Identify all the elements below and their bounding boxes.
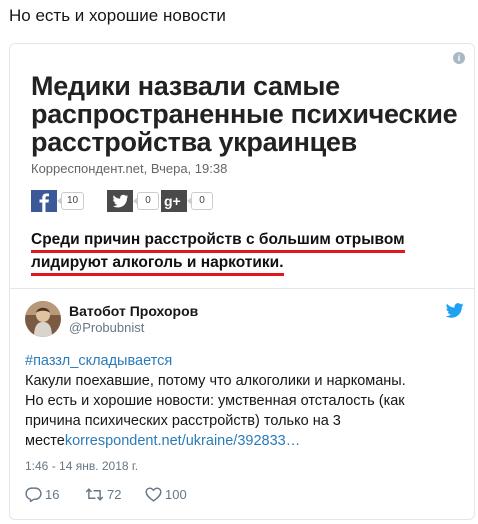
news-embed[interactable]: i Медики назвали самые распространенные … bbox=[10, 44, 474, 288]
user-handle[interactable]: @Probubnist bbox=[69, 320, 144, 335]
highlighted-quote: Среди причин расстройств с большим отрыв… bbox=[31, 230, 461, 276]
news-headline: Медики назвали самые распространенные пс… bbox=[31, 71, 458, 157]
tweet-text-line: месте bbox=[25, 433, 65, 449]
page-title: Но есть и хорошие новости bbox=[9, 6, 226, 25]
tweet: Ватобот Прохоров @Probubnist #паззл_скла… bbox=[10, 289, 474, 519]
reply-icon bbox=[25, 487, 42, 502]
twitter-count: 0 bbox=[133, 192, 159, 210]
retweet-icon bbox=[85, 488, 104, 501]
display-name[interactable]: Ватобот Прохоров bbox=[69, 303, 198, 319]
tweet-text-line: Какули поехавшие, потому что алкоголики … bbox=[25, 373, 406, 389]
google-plus-icon: g+ bbox=[161, 190, 187, 212]
hashtag-link[interactable]: #паззл_складывается bbox=[25, 353, 172, 369]
quote-line: лидируют алкоголь и наркотики. bbox=[31, 253, 284, 276]
retweet-count: 72 bbox=[107, 487, 122, 502]
facebook-count: 10 bbox=[56, 192, 85, 210]
tweet-card: i Медики назвали самые распространенные … bbox=[9, 43, 475, 520]
tweet-timestamp[interactable]: 1:46 - 14 янв. 2018 г. bbox=[25, 459, 138, 473]
info-icon[interactable]: i bbox=[453, 52, 465, 64]
tweet-text: #паззл_складывается Какули поехавшие, по… bbox=[25, 351, 465, 451]
quote-line: Среди причин расстройств с большим отрыв… bbox=[31, 230, 405, 253]
article-link[interactable]: korrespondent.net/ukraine/392833… bbox=[65, 433, 300, 449]
like-count: 100 bbox=[165, 487, 187, 502]
heart-icon bbox=[145, 487, 162, 502]
twitter-icon bbox=[107, 190, 133, 212]
avatar-image bbox=[25, 301, 61, 337]
google-plus-count: 0 bbox=[187, 192, 213, 210]
facebook-icon bbox=[31, 190, 57, 212]
reply-count: 16 bbox=[45, 487, 60, 502]
twitter-bird-icon[interactable] bbox=[446, 303, 464, 318]
news-source: Корреспондент.net, Вчера, 19:38 bbox=[31, 161, 228, 176]
svg-text:g+: g+ bbox=[164, 193, 181, 209]
tweet-text-line: Но есть и хорошие новости: умственная от… bbox=[25, 393, 405, 409]
tweet-text-line: причина психических расстройств) только … bbox=[25, 413, 341, 429]
avatar[interactable] bbox=[25, 301, 61, 337]
